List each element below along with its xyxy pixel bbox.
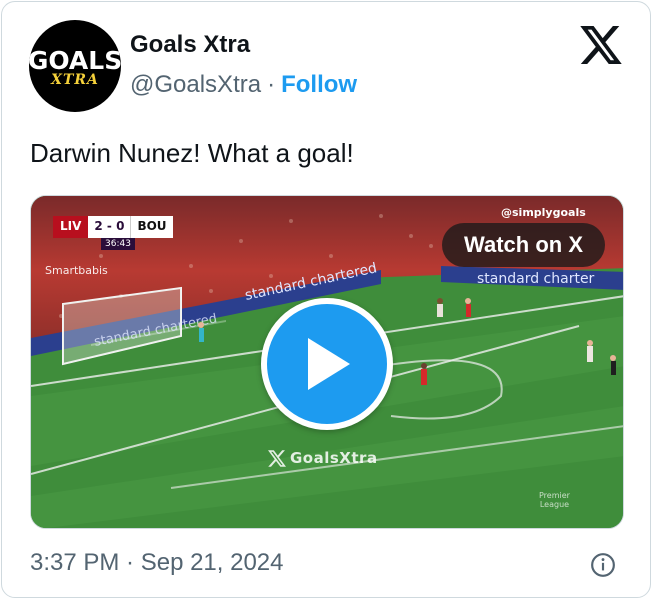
sponsor-overlay: Smartbabis xyxy=(45,264,108,277)
scorebug-clock: 36:43 xyxy=(101,238,135,250)
play-button[interactable] xyxy=(261,298,393,430)
avatar-logo-text: GOALS xyxy=(29,45,121,75)
watermark-text: GoalsXtra xyxy=(290,449,378,467)
tweet-text: Darwin Nunez! What a goal! xyxy=(30,138,354,168)
league-badge: Premier League xyxy=(539,491,570,509)
credit-overlay: @simplygoals xyxy=(501,206,586,219)
scorebug-score: 2 - 0 xyxy=(88,216,131,238)
scorebug-away: BOU xyxy=(130,216,173,238)
video-player[interactable]: standard chartered standard charter stan… xyxy=(30,195,624,529)
league-badge-line2: League xyxy=(539,500,570,509)
author-name[interactable]: Goals Xtra xyxy=(130,30,250,60)
ad-board-text-3: standard charter xyxy=(477,271,595,287)
watch-on-x-button[interactable]: Watch on X xyxy=(442,223,605,267)
info-icon[interactable] xyxy=(590,552,616,578)
follow-button[interactable]: Follow xyxy=(281,71,357,98)
x-watermark-icon xyxy=(268,449,286,467)
scorebug: LIV 2 - 0 BOU xyxy=(53,216,173,238)
avatar-logo-subtext: XTRA xyxy=(51,71,99,88)
tweet-timestamp[interactable]: 3:37 PM · Sep 21, 2024 xyxy=(30,548,284,578)
separator-dot: · xyxy=(267,71,276,98)
x-logo-icon[interactable] xyxy=(580,26,622,64)
scorebug-home: LIV xyxy=(53,216,89,238)
play-icon xyxy=(308,338,350,390)
league-badge-line1: Premier xyxy=(539,491,570,500)
author-handle-row: @GoalsXtra · Follow xyxy=(130,70,357,100)
author-handle[interactable]: @GoalsXtra xyxy=(130,71,261,98)
watermark: GoalsXtra xyxy=(268,449,378,467)
avatar[interactable]: GOALS XTRA xyxy=(29,20,121,112)
tweet-card: GOALS XTRA Goals Xtra @GoalsXtra · Follow … xyxy=(1,1,651,598)
